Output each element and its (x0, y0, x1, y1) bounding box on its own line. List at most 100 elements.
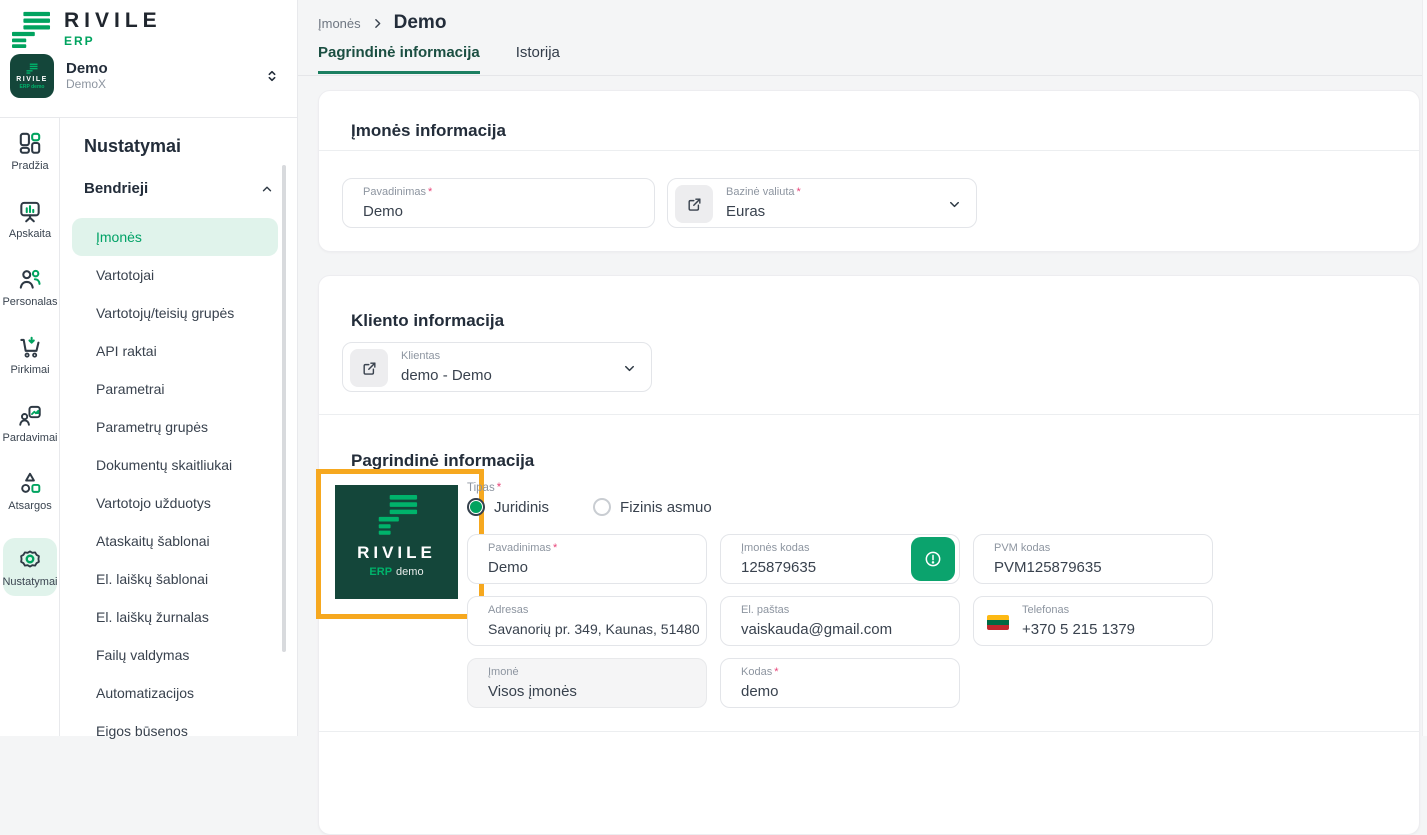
client-main-info-card: Kliento informacija Klientas demo - Demo… (316, 275, 1420, 835)
bazine-valiuta-select[interactable]: Bazinė valiuta * Euras (667, 178, 977, 228)
sidebar-item-api-raktai[interactable]: API raktai (72, 332, 278, 370)
radio-juridinis[interactable]: Juridinis (467, 498, 549, 516)
field-label: Telefonas (1022, 604, 1070, 616)
external-link-icon (686, 196, 703, 213)
rail-item-pardavimai[interactable]: Pardavimai (0, 402, 60, 444)
workspace-selector[interactable]: RIVILE ERP demo Demo DemoX (10, 52, 288, 100)
rivile-bars-icon (10, 10, 52, 48)
rail-item-personalas[interactable]: Personalas (0, 266, 60, 308)
rail-label: Nustatymai (2, 576, 58, 588)
field-value: Demo (363, 203, 404, 220)
tabs-divider (298, 75, 1427, 76)
sidebar-item-ataskaitu-sablonai[interactable]: Ataskaitų šablonai (72, 522, 278, 560)
open-currency-button[interactable] (675, 185, 713, 223)
field-label: Klientas (401, 350, 441, 362)
field-label: Adresas (488, 604, 529, 616)
unfold-chevrons-icon (264, 68, 280, 84)
field-label: Įmonė (488, 666, 519, 678)
left-panel: RIVILE ERP RIVILE ERP demo Demo DemoX Pr… (0, 0, 298, 739)
chevron-down-icon (622, 361, 637, 376)
open-client-button[interactable] (350, 349, 388, 387)
avatar-sub-text: ERP demo (19, 83, 45, 90)
sidebar-item-vartotojo-uzduotys[interactable]: Vartotojo užduotys (72, 484, 278, 522)
rail-item-apskaita[interactable]: Apskaita (0, 198, 60, 240)
section-title: Įmonės informacija (351, 121, 506, 140)
module-rail: Pradžia Apskaita Personalas Pirkimai Par… (0, 118, 60, 736)
breadcrumb: Įmonės Demo (318, 12, 446, 34)
rail-label: Pardavimai (2, 432, 58, 444)
section-divider (319, 414, 1419, 415)
home-grid-icon (17, 130, 43, 156)
radio-selected-icon (467, 498, 485, 516)
sidebar-item-vartotojai[interactable]: Vartotojai (72, 256, 278, 294)
info-circle-icon (923, 549, 943, 569)
radio-label: Juridinis (494, 498, 550, 516)
rail-label: Atsargos (8, 500, 52, 512)
field-value: Savanorių pr. 349, Kaunas, 51480 (488, 621, 700, 637)
verify-company-code-button[interactable] (911, 537, 955, 581)
sidebar-item-parametrai[interactable]: Parametrai (72, 370, 278, 408)
sidebar-item-failu-valdymas[interactable]: Failų valdymas (72, 636, 278, 674)
kodas-input[interactable]: Kodas * demo (720, 658, 960, 708)
radio-unselected-icon (593, 498, 612, 516)
logo-sub-text: ERP demo (369, 566, 424, 578)
field-value: demo - Demo (401, 367, 492, 384)
breadcrumb-parent[interactable]: Įmonės (318, 16, 361, 31)
tab-pagrindine-informacija[interactable]: Pagrindinė informacija (318, 44, 480, 74)
radio-fizinis-asmuo[interactable]: Fizinis asmuo (593, 498, 712, 516)
field-label: PVM kodas (994, 542, 1051, 554)
workspace-code: DemoX (66, 77, 107, 91)
pavadinimas-input[interactable]: Pavadinimas * Demo (342, 178, 655, 228)
radio-label: Fizinis asmuo (620, 498, 712, 516)
field-label: El. paštas (741, 604, 790, 616)
tab-istorija[interactable]: Istorija (516, 44, 560, 74)
workspace-avatar: RIVILE ERP demo (10, 54, 54, 98)
field-value: Visos įmonės (488, 683, 577, 700)
section-divider (319, 731, 1419, 732)
rail-item-pradzia[interactable]: Pradžia (0, 130, 60, 172)
chevron-up-icon (260, 182, 274, 196)
page-title: Demo (393, 12, 447, 33)
field-value: +370 5 215 1379 (1022, 621, 1136, 638)
field-value: vaiskauda@gmail.com (741, 621, 893, 638)
adresas-input[interactable]: Adresas Savanorių pr. 349, Kaunas, 51480 (467, 596, 707, 646)
pvm-kodas-input[interactable]: PVM kodas PVM125879635 (973, 534, 1213, 584)
cart-icon (17, 334, 43, 360)
rail-item-atsargos[interactable]: Atsargos (0, 470, 60, 512)
sidebar-scrollbar[interactable] (282, 165, 286, 652)
sidebar-item-el-laisku-zurnalas[interactable]: El. laiškų žurnalas (72, 598, 278, 636)
field-label: Pavadinimas * (488, 542, 558, 554)
tipas-label: Tipas * (467, 482, 502, 494)
imones-kodas-input[interactable]: Įmonės kodas 125879635 (720, 534, 960, 584)
sidebar-item-imones[interactable]: Įmonės (72, 218, 278, 256)
sales-chart-icon (17, 402, 43, 428)
field-value: demo (741, 683, 779, 700)
sidebar-group-bendrieji[interactable]: Bendrieji (84, 180, 274, 197)
pavadinimas-input[interactable]: Pavadinimas * Demo (467, 534, 707, 584)
company-logo-image[interactable]: RIVILE ERP demo (335, 485, 458, 599)
rail-item-nustatymai[interactable]: Nustatymai (2, 538, 58, 596)
sidebar-item-parametru-grupes[interactable]: Parametrų grupės (72, 408, 278, 446)
field-value: Euras (726, 203, 766, 220)
section-title: Pagrindinė informacija (351, 451, 535, 470)
brand-product: ERP (64, 34, 95, 48)
imone-input: Įmonė Visos įmonės (467, 658, 707, 708)
sidebar-item-dokumentu-skaitliukai[interactable]: Dokumentų skaitliukai (72, 446, 278, 484)
lithuania-flag-icon (987, 615, 1009, 630)
klientas-select[interactable]: Klientas demo - Demo (342, 342, 652, 392)
sidebar-item-automatizacijos[interactable]: Automatizacijos (72, 674, 278, 712)
field-label: Bazinė valiuta * (726, 186, 801, 198)
sidebar-item-vartotoju-teisiu-grupes[interactable]: Vartotojų/teisių grupės (72, 294, 278, 332)
el-pastas-input[interactable]: El. paštas vaiskauda@gmail.com (720, 596, 960, 646)
field-label: Kodas * (741, 666, 779, 678)
telefonas-input[interactable]: Telefonas +370 5 215 1379 (973, 596, 1213, 646)
sidebar-item-eigos-busenos[interactable]: Eigos būsenos (72, 712, 278, 750)
rail-item-pirkimai[interactable]: Pirkimai (0, 334, 60, 376)
field-value: PVM125879635 (994, 559, 1102, 576)
tipas-radio-group: Juridinis Fizinis asmuo (467, 498, 712, 516)
sidebar-item-el-laisku-sablonai[interactable]: El. laiškų šablonai (72, 560, 278, 598)
window-scrollbar[interactable] (1422, 0, 1427, 736)
section-title: Kliento informacija (351, 311, 505, 330)
chevron-down-icon (947, 197, 962, 212)
main-content: Įmonės Demo Pagrindinė informacija Istor… (298, 0, 1427, 835)
